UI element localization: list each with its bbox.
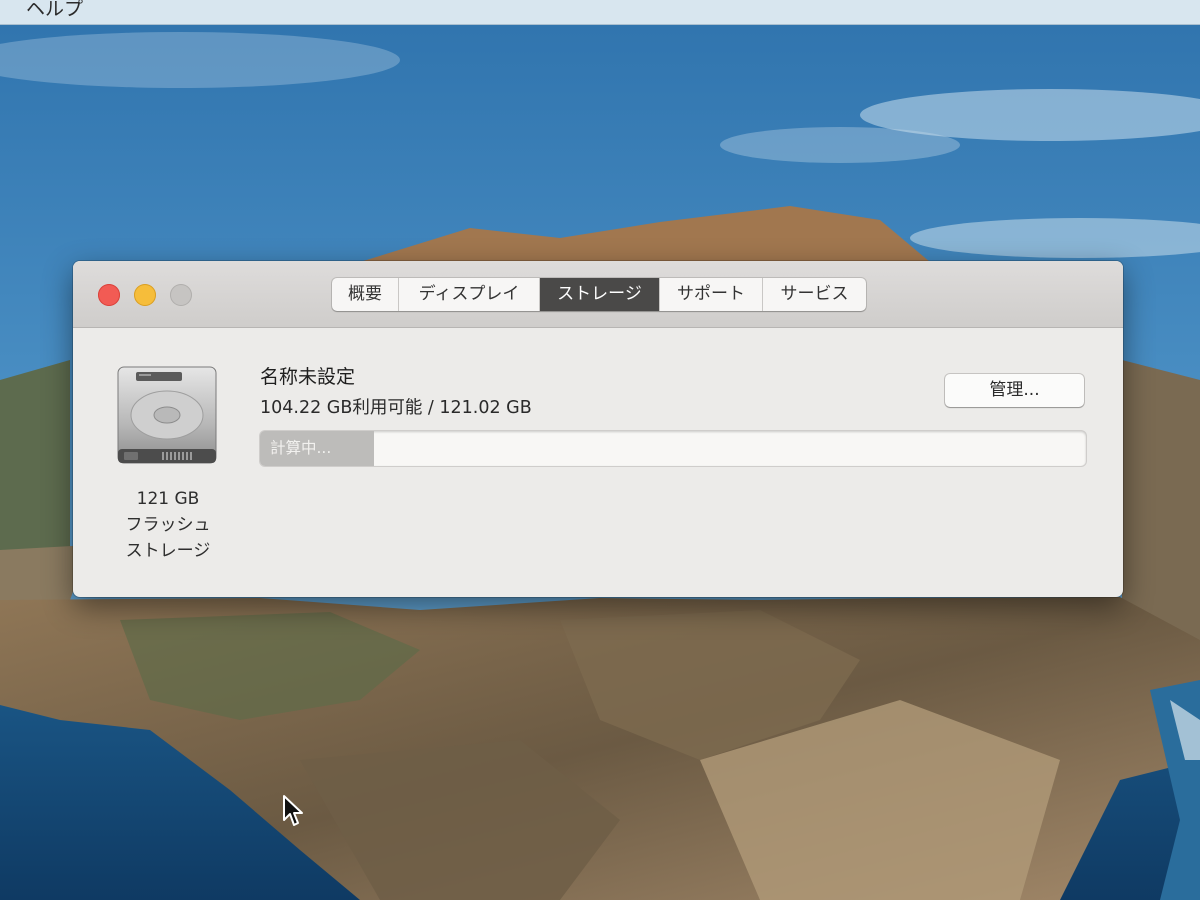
disk-type-label-line2: ストレージ bbox=[125, 541, 211, 561]
storage-panel: 121 GB フラッシュ ストレージ 名称未設定 104.22 GB利用可能 /… bbox=[73, 328, 1123, 597]
tab-overview[interactable]: 概要 bbox=[332, 278, 399, 311]
disk-caption: 121 GB フラッシュ ストレージ bbox=[103, 486, 233, 564]
tab-bar: 概要 ディスプレイ ストレージ サポート サービス bbox=[332, 278, 866, 311]
mouse-cursor-icon bbox=[283, 795, 303, 826]
tab-displays[interactable]: ディスプレイ bbox=[399, 278, 540, 311]
storage-usage-bar: 計算中... bbox=[260, 431, 1086, 466]
title-bar: 概要 ディスプレイ ストレージ サポート サービス bbox=[73, 261, 1123, 328]
minimize-button[interactable] bbox=[134, 284, 156, 306]
tab-support[interactable]: サポート bbox=[660, 278, 763, 311]
about-this-mac-window: 概要 ディスプレイ ストレージ サポート サービス 121 GB フラッシュ ス… bbox=[73, 261, 1123, 597]
hard-disk-icon bbox=[117, 366, 217, 464]
manage-button[interactable]: 管理... bbox=[945, 374, 1084, 407]
close-button[interactable] bbox=[98, 284, 120, 306]
menu-bar: ヘルプ bbox=[0, 0, 1200, 25]
tab-storage[interactable]: ストレージ bbox=[540, 278, 660, 311]
volume-capacity: 104.22 GB利用可能 / 121.02 GB bbox=[260, 398, 532, 418]
menu-help[interactable]: ヘルプ bbox=[26, 0, 83, 21]
storage-status-label: 計算中... bbox=[270, 439, 332, 457]
zoom-button[interactable] bbox=[170, 284, 192, 306]
disk-size-label: 121 GB bbox=[136, 489, 200, 509]
disk-type-label-line1: フラッシュ bbox=[125, 515, 211, 535]
volume-name: 名称未設定 bbox=[260, 366, 356, 388]
tab-service[interactable]: サービス bbox=[763, 278, 866, 311]
